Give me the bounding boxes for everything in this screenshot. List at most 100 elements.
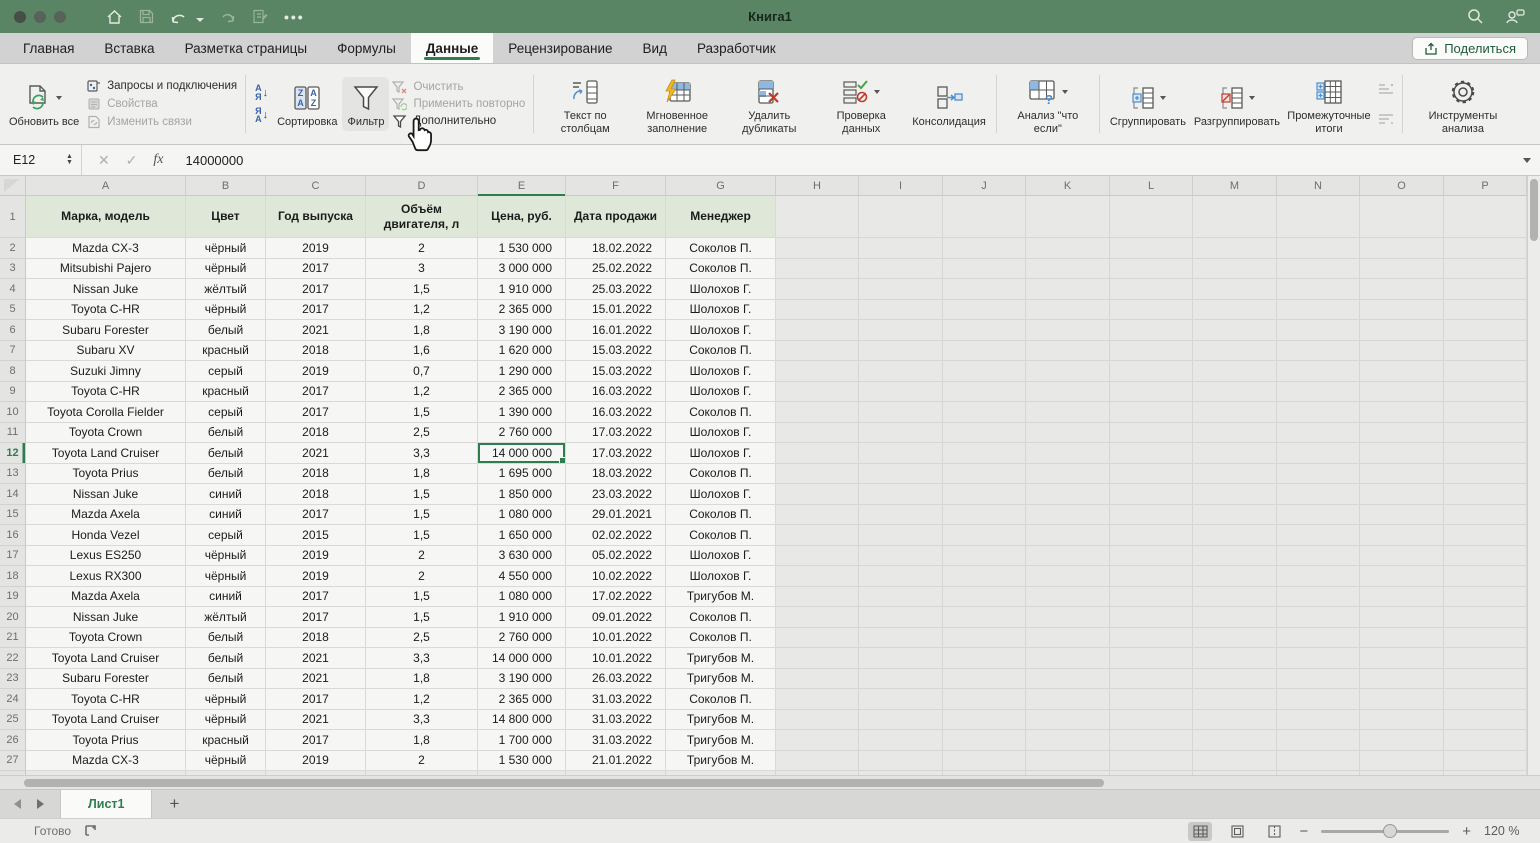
cell-M7[interactable]	[1193, 340, 1277, 361]
prev-sheet-icon[interactable]	[14, 799, 21, 809]
refresh-all-button[interactable]: Обновить все	[4, 77, 84, 131]
cell-P8[interactable]	[1444, 361, 1527, 382]
cell-E12[interactable]: 14 000 000	[478, 443, 566, 464]
cell-D10[interactable]: 1,5	[366, 402, 478, 423]
row-header-16[interactable]: 16	[0, 525, 25, 546]
cell-M9[interactable]	[1193, 381, 1277, 402]
cell-H24[interactable]	[776, 689, 859, 710]
cell-B25[interactable]: чёрный	[186, 709, 266, 730]
cell-B5[interactable]: чёрный	[186, 299, 266, 320]
queries-connections-button[interactable]: Запросы и подключения	[87, 79, 237, 93]
cell-P24[interactable]	[1444, 689, 1527, 710]
cell-D4[interactable]: 1,5	[366, 279, 478, 300]
cell-L4[interactable]	[1110, 279, 1193, 300]
cell-J8[interactable]	[943, 361, 1026, 382]
cell-P12[interactable]	[1444, 443, 1527, 464]
column-header-H[interactable]: H	[776, 176, 859, 195]
cell-F21[interactable]: 10.01.2022	[566, 627, 666, 648]
cell-N9[interactable]	[1277, 381, 1360, 402]
cell-H21[interactable]	[776, 627, 859, 648]
cell-M15[interactable]	[1193, 504, 1277, 525]
cell-J5[interactable]	[943, 299, 1026, 320]
cell-A8[interactable]: Suzuki Jimny	[26, 361, 186, 382]
cell-H17[interactable]	[776, 545, 859, 566]
cell-E8[interactable]: 1 290 000	[478, 361, 566, 382]
cell-H27[interactable]	[776, 750, 859, 771]
cell-M19[interactable]	[1193, 586, 1277, 607]
cell-A4[interactable]: Nissan Juke	[26, 279, 186, 300]
cell-D16[interactable]: 1,5	[366, 525, 478, 546]
cell-I12[interactable]	[859, 443, 943, 464]
cancel-entry-icon[interactable]: ✕	[98, 152, 110, 169]
cell-G21[interactable]: Соколов П.	[666, 627, 776, 648]
row-header-8[interactable]: 8	[0, 361, 25, 382]
cell-J9[interactable]	[943, 381, 1026, 402]
cell[interactable]	[1193, 196, 1277, 238]
cell-H7[interactable]	[776, 340, 859, 361]
cell-K8[interactable]	[1026, 361, 1110, 382]
cell-M8[interactable]	[1193, 361, 1277, 382]
cell-K23[interactable]	[1026, 668, 1110, 689]
cell-C26[interactable]: 2017	[266, 730, 366, 751]
cell-F23[interactable]: 26.03.2022	[566, 668, 666, 689]
cell-P2[interactable]	[1444, 238, 1527, 259]
cell-J26[interactable]	[943, 730, 1026, 751]
cell-A14[interactable]: Nissan Juke	[26, 484, 186, 505]
cell-G5[interactable]: Шолохов Г.	[666, 299, 776, 320]
cell-H14[interactable]	[776, 484, 859, 505]
cell-O14[interactable]	[1360, 484, 1444, 505]
text-to-columns-button[interactable]: Текст по столбцам	[539, 71, 631, 138]
cell-O9[interactable]	[1360, 381, 1444, 402]
cell-A6[interactable]: Subaru Forester	[26, 320, 186, 341]
cell-H19[interactable]	[776, 586, 859, 607]
cell-D14[interactable]: 1,5	[366, 484, 478, 505]
cell-E11[interactable]: 2 760 000	[478, 422, 566, 443]
cell-F18[interactable]: 10.02.2022	[566, 566, 666, 587]
cell-O12[interactable]	[1360, 443, 1444, 464]
flash-fill-button[interactable]: Мгновенное заполнение	[631, 71, 723, 138]
more-commands-icon[interactable]: •••	[284, 9, 305, 25]
cell-M18[interactable]	[1193, 566, 1277, 587]
cell-A25[interactable]: Toyota Land Cruiser	[26, 709, 186, 730]
next-sheet-icon[interactable]	[37, 799, 44, 809]
cell-G20[interactable]: Соколов П.	[666, 607, 776, 628]
cell-I23[interactable]	[859, 668, 943, 689]
cell-O24[interactable]	[1360, 689, 1444, 710]
cell[interactable]	[776, 196, 859, 238]
cell-H8[interactable]	[776, 361, 859, 382]
cell-B10[interactable]: серый	[186, 402, 266, 423]
cell-L12[interactable]	[1110, 443, 1193, 464]
cell-B24[interactable]: чёрный	[186, 689, 266, 710]
column-header-G[interactable]: G	[666, 176, 776, 195]
cell-L14[interactable]	[1110, 484, 1193, 505]
cell-H5[interactable]	[776, 299, 859, 320]
cell-M14[interactable]	[1193, 484, 1277, 505]
cell-A23[interactable]: Subaru Forester	[26, 668, 186, 689]
cell-N3[interactable]	[1277, 258, 1360, 279]
tab-6[interactable]: Вид	[628, 33, 682, 63]
share-button[interactable]: Поделиться	[1412, 37, 1528, 60]
cell-N20[interactable]	[1277, 607, 1360, 628]
confirm-entry-icon[interactable]: ✓	[126, 152, 138, 169]
row-header-13[interactable]: 13	[0, 464, 25, 484]
horizontal-scrollbar[interactable]	[0, 775, 1540, 789]
cell-N10[interactable]	[1277, 402, 1360, 423]
cell-E2[interactable]: 1 530 000	[478, 238, 566, 259]
cell-K14[interactable]	[1026, 484, 1110, 505]
cell-B21[interactable]: белый	[186, 627, 266, 648]
cell-P5[interactable]	[1444, 299, 1527, 320]
cell-E20[interactable]: 1 910 000	[478, 607, 566, 628]
cell-I2[interactable]	[859, 238, 943, 259]
cell-B9[interactable]: красный	[186, 381, 266, 402]
row-header-21[interactable]: 21	[0, 628, 25, 648]
row-header-24[interactable]: 24	[0, 689, 25, 710]
minimize-window-icon[interactable]	[34, 10, 46, 23]
cell-G8[interactable]: Шолохов Г.	[666, 361, 776, 382]
tab-2[interactable]: Разметка страницы	[170, 33, 322, 63]
cell-A9[interactable]: Toyota C-HR	[26, 381, 186, 402]
data-validation-button[interactable]: Проверка данных	[815, 71, 907, 138]
cell-J27[interactable]	[943, 750, 1026, 771]
cell-C5[interactable]: 2017	[266, 299, 366, 320]
cell-F16[interactable]: 02.02.2022	[566, 525, 666, 546]
cell-N12[interactable]	[1277, 443, 1360, 464]
